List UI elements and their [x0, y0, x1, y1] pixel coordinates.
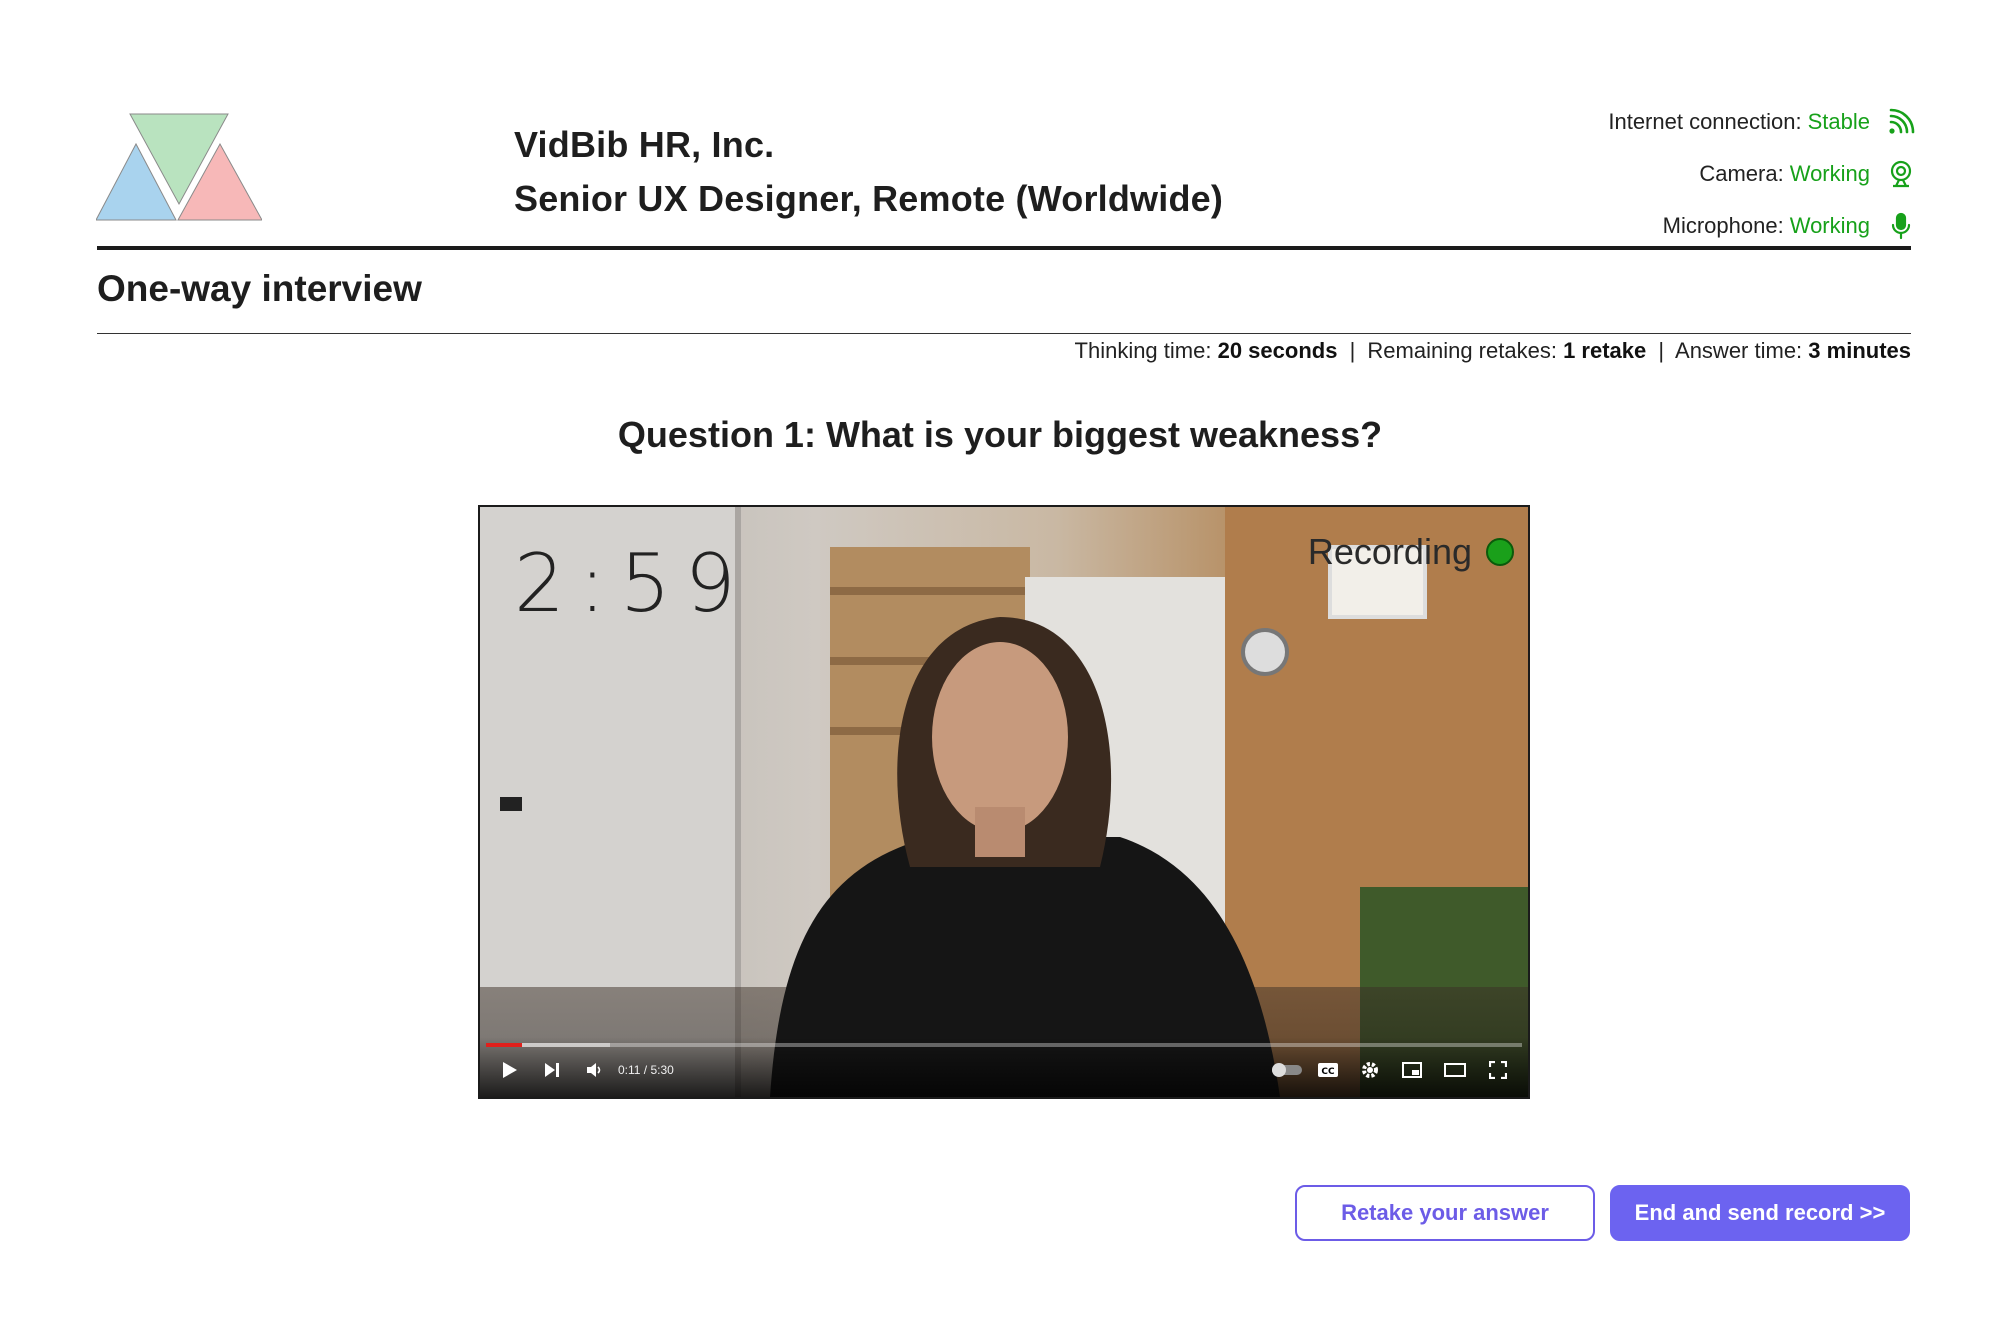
camera-status: Camera: Working	[1396, 148, 1916, 200]
countdown-timer: 2:59	[514, 537, 750, 630]
play-icon[interactable]	[498, 1059, 522, 1081]
company-name: VidBib HR, Inc.	[514, 124, 775, 165]
retake-answer-button[interactable]: Retake your answer	[1295, 1185, 1595, 1241]
next-icon[interactable]	[540, 1059, 564, 1081]
volume-icon[interactable]	[582, 1059, 606, 1081]
internet-status-value: Stable	[1807, 109, 1870, 134]
page-title: One-way interview	[97, 268, 422, 309]
question-text: Question 1: What is your biggest weaknes…	[617, 414, 1383, 455]
header-divider	[97, 246, 1911, 250]
microphone-status: Microphone: Working	[1396, 200, 1916, 252]
retakes-label: Remaining retakes:	[1367, 338, 1557, 363]
job-header: VidBib HR, Inc. Senior UX Designer, Remo…	[514, 118, 1223, 226]
thinking-time-label: Thinking time:	[1074, 338, 1212, 363]
progress-bar[interactable]	[486, 1043, 1522, 1047]
recording-dot-icon	[1486, 538, 1514, 566]
microphone-icon	[1886, 211, 1916, 241]
captions-icon[interactable]: CC	[1316, 1059, 1340, 1081]
separator: |	[1349, 338, 1356, 363]
job-title: Senior UX Designer, Remote (Worldwide)	[514, 178, 1224, 219]
answer-time-value: 3 minutes	[1808, 338, 1911, 363]
video-preview[interactable]: 2:59 Recording 0:11 / 5:30 CC	[478, 505, 1530, 1099]
recording-indicator: Recording	[1308, 531, 1514, 573]
end-and-send-button[interactable]: End and send record >>	[1610, 1185, 1910, 1241]
progress-fill	[486, 1043, 523, 1047]
retakes-value: 1 retake	[1563, 338, 1647, 363]
title-divider	[97, 333, 1911, 334]
recording-label: Recording	[1307, 531, 1472, 572]
svg-text:CC: CC	[1321, 1067, 1335, 1077]
company-logo	[96, 113, 262, 221]
camera-status-label: Camera:	[1699, 161, 1784, 186]
video-controls: 0:11 / 5:30 CC	[480, 1037, 1528, 1097]
internet-status: Internet connection: Stable	[1396, 96, 1916, 148]
settings-gear-icon[interactable]	[1358, 1059, 1382, 1081]
device-status-panel: Internet connection: Stable Camera: Work…	[1396, 96, 1916, 252]
internet-status-label: Internet connection:	[1608, 109, 1802, 134]
thinking-time-value: 20 seconds	[1217, 338, 1338, 363]
camera-status-value: Working	[1789, 161, 1870, 186]
autoplay-toggle[interactable]	[1272, 1059, 1302, 1081]
fullscreen-icon[interactable]	[1486, 1059, 1510, 1081]
microphone-status-label: Microphone:	[1662, 213, 1784, 238]
webcam-icon	[1886, 159, 1916, 189]
microphone-status-value: Working	[1789, 213, 1870, 238]
interview-settings: Thinking time: 20 seconds | Remaining re…	[1075, 338, 1911, 364]
wifi-signal-icon	[1886, 107, 1916, 137]
separator: |	[1658, 338, 1665, 363]
answer-time-label: Answer time:	[1675, 338, 1803, 363]
playback-time: 0:11 / 5:30	[618, 1063, 674, 1077]
miniplayer-icon[interactable]	[1400, 1059, 1424, 1081]
theater-mode-icon[interactable]	[1442, 1059, 1468, 1081]
